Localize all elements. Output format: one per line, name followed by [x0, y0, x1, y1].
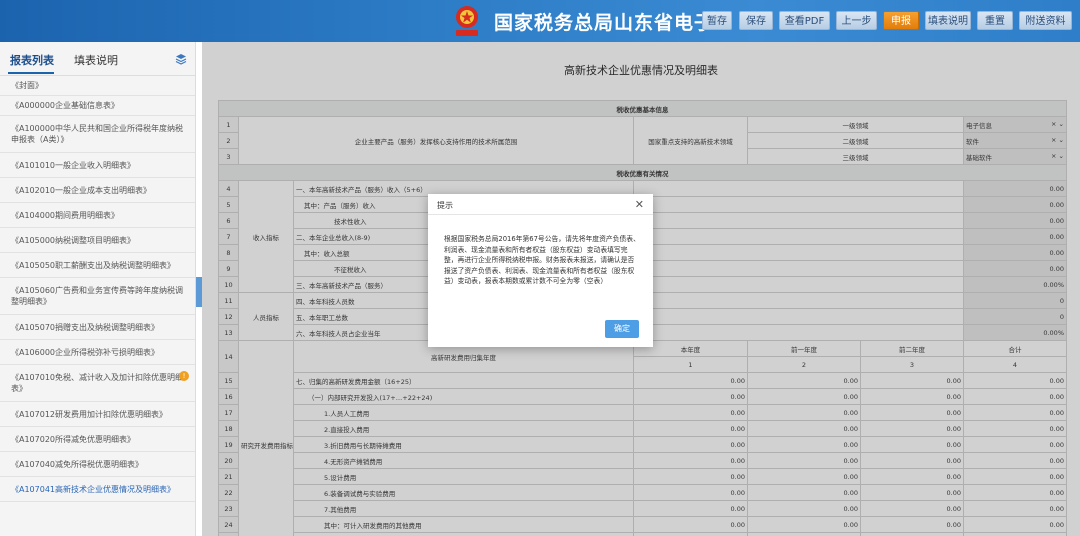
sidebar-item[interactable]: 《A104000期间费用明细表》	[0, 203, 195, 228]
sidebar-item[interactable]: 《封面》	[0, 76, 195, 96]
attachments-button[interactable]: 附送资料	[1019, 11, 1072, 30]
filling-instructions-button[interactable]: 填表说明	[925, 11, 971, 30]
sidebar-item[interactable]: 《A106000企业所得税弥补亏损明细表》	[0, 340, 195, 365]
sidebar-item[interactable]: 《A100000中华人民共和国企业所得税年度纳税申报表（A类）》	[0, 116, 195, 153]
sidebar-item[interactable]: 《A107040减免所得税优惠明细表》	[0, 452, 195, 477]
report-list: 《封面》《A000000企业基础信息表》《A100000中华人民共和国企业所得税…	[0, 76, 195, 502]
tab-filling-notes[interactable]: 填表说明	[74, 52, 118, 68]
dialog-divider	[428, 214, 653, 215]
save-button[interactable]: 保存	[739, 11, 773, 30]
sidebar: 报表列表 填表说明 《封面》《A000000企业基础信息表》《A100000中华…	[0, 42, 196, 536]
sidebar-item[interactable]: 《A107012研发费用加计扣除优惠明细表》	[0, 402, 195, 427]
sidebar-item-label: 《A107020所得减免优惠明细表》	[11, 434, 136, 444]
sidebar-item[interactable]: 《A101010一般企业收入明细表》	[0, 153, 195, 178]
sidebar-item[interactable]: 《A000000企业基础信息表》	[0, 96, 195, 116]
save-draft-button[interactable]: 暂存	[702, 11, 732, 30]
sidebar-item-label: 《A102010一般企业成本支出明细表》	[11, 185, 152, 195]
sidebar-item[interactable]: 《A102010一般企业成本支出明细表》	[0, 178, 195, 203]
sidebar-item[interactable]: 《A105070捐赠支出及纳税调整明细表》	[0, 315, 195, 340]
active-tab-indicator	[8, 72, 54, 74]
sidebar-item-label: 《A107040减免所得税优惠明细表》	[11, 459, 144, 469]
sidebar-item[interactable]: 《A105000纳税调整项目明细表》	[0, 228, 195, 253]
sidebar-item-label: 《A101010一般企业收入明细表》	[11, 160, 136, 170]
sidebar-item-label: 《A100000中华人民共和国企业所得税年度纳税申报表（A类）》	[11, 124, 184, 144]
warning-badge-icon: !	[179, 371, 189, 381]
dialog-title: 提示	[437, 201, 453, 210]
sidebar-item-label: 《A000000企业基础信息表》	[11, 101, 120, 110]
sidebar-item-label: 《A107041高新技术企业优惠情况及明细表》	[11, 484, 176, 494]
layers-icon[interactable]	[175, 53, 187, 65]
reset-button[interactable]: 重置	[977, 11, 1013, 30]
sidebar-item-label: 《A106000企业所得税弥补亏损明细表》	[11, 347, 160, 357]
sidebar-tabs: 报表列表 填表说明	[0, 42, 195, 76]
sidebar-item-label: 《A105000纳税调整项目明细表》	[11, 235, 136, 245]
sidebar-item[interactable]: 《A105060广告费和业务宣传费等跨年度纳税调整明细表》	[0, 278, 195, 315]
sidebar-item[interactable]: 《A107010免税、减计收入及加计扣除优惠明细表》!	[0, 365, 195, 402]
app-window: 国家税务总局山东省电子税 暂存 保存 查看PDF 上一步 申报 填表说明 重置 …	[0, 0, 1080, 536]
sidebar-item[interactable]: 《A105050职工薪酬支出及纳税调整明细表》	[0, 253, 195, 278]
dialog-message: 根据国家税务总局2016年第67号公告，请先将年度资产负债表、利润表、现金流量表…	[444, 235, 640, 285]
header-bar: 国家税务总局山东省电子税 暂存 保存 查看PDF 上一步 申报 填表说明 重置 …	[0, 0, 1080, 42]
sidebar-item[interactable]: 《A107041高新技术企业优惠情况及明细表》	[0, 477, 195, 502]
sidebar-item-label: 《A107010免税、减计收入及加计扣除优惠明细表》	[11, 373, 184, 393]
declare-button[interactable]: 申报	[883, 11, 919, 30]
sidebar-item-label: 《A105060广告费和业务宣传费等跨年度纳税调整明细表》	[11, 286, 184, 306]
previous-step-button[interactable]: 上一步	[836, 11, 877, 30]
tab-report-list[interactable]: 报表列表	[10, 52, 54, 68]
sidebar-item[interactable]: 《A107020所得减免优惠明细表》	[0, 427, 195, 452]
sidebar-item-label: 《A107012研发费用加计扣除优惠明细表》	[11, 409, 168, 419]
sidebar-item-label: 《A105070捐赠支出及纳税调整明细表》	[11, 322, 160, 332]
sidebar-item-label: 《A104000期间费用明细表》	[11, 210, 120, 220]
close-icon[interactable]: ✕	[635, 198, 644, 211]
sidebar-item-label: 《封面》	[11, 81, 43, 90]
alert-dialog: 提示 ✕ 根据国家税务总局2016年第67号公告，请先将年度资产负债表、利润表、…	[428, 194, 653, 347]
confirm-button[interactable]: 确定	[605, 320, 639, 338]
header-title: 国家税务总局山东省电子税	[494, 12, 706, 34]
sidebar-item-label: 《A105050职工薪酬支出及纳税调整明细表》	[11, 260, 176, 270]
tax-emblem-logo	[456, 6, 478, 36]
view-pdf-button[interactable]: 查看PDF	[779, 11, 830, 30]
